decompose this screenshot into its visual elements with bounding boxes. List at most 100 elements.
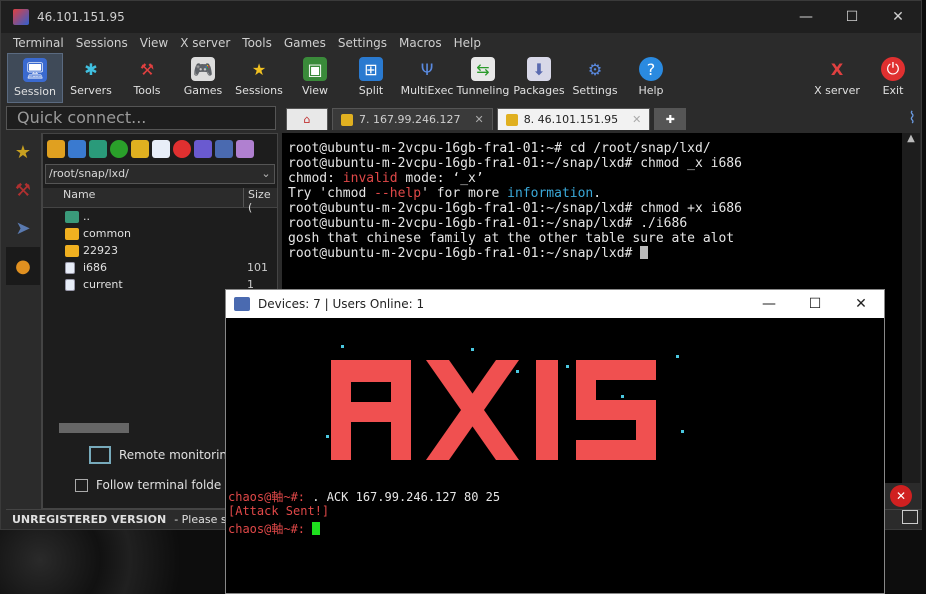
tab-session-8[interactable]: 8. 46.101.151.95 ✕ bbox=[496, 108, 651, 130]
star-icon: ★ bbox=[251, 59, 267, 79]
exit-button[interactable]: ⏻ Exit bbox=[865, 53, 921, 103]
home-icon: ⌂ bbox=[303, 113, 311, 126]
new-file-icon[interactable] bbox=[152, 140, 170, 158]
paperclip-icon[interactable]: ⌇ bbox=[908, 108, 916, 127]
sessions-button[interactable]: ★ Sessions bbox=[231, 53, 287, 103]
close-icon[interactable]: ✕ bbox=[890, 485, 912, 507]
sidebar-tools-icon[interactable]: ⚒ bbox=[6, 171, 40, 209]
list-item[interactable]: common bbox=[43, 225, 277, 242]
sftp-toolbar bbox=[43, 134, 277, 164]
chevron-down-icon[interactable]: ⌄ bbox=[258, 165, 274, 183]
tab-session-7[interactable]: 7. 167.99.246.127 ✕ bbox=[332, 108, 493, 130]
app-icon bbox=[13, 9, 29, 25]
delete-icon[interactable] bbox=[173, 140, 191, 158]
terminal-prompt-line: root@ubuntu-m-2vcpu-16gb-fra1-01:~/snap/… bbox=[288, 246, 896, 261]
home-tab[interactable]: ⌂ bbox=[286, 108, 328, 130]
close-button[interactable]: ✕ bbox=[875, 1, 921, 33]
sidebar-sftp-icon[interactable]: ● bbox=[6, 247, 40, 285]
folder-icon bbox=[65, 227, 79, 240]
menu-games[interactable]: Games bbox=[278, 36, 332, 50]
folder-up-icon[interactable] bbox=[47, 140, 65, 158]
menu-xserver[interactable]: X server bbox=[174, 36, 236, 50]
view-button[interactable]: ▣ View bbox=[287, 53, 343, 103]
menu-terminal[interactable]: Terminal bbox=[7, 36, 70, 50]
sftp-list-header: Name Size ( bbox=[43, 188, 277, 214]
session-icon: 🖥 bbox=[23, 58, 47, 82]
tunneling-icon: ⇆ bbox=[471, 57, 495, 81]
packages-button[interactable]: ⬇ Packages bbox=[511, 53, 567, 103]
cnc-title-bar: Devices: 7 | Users Online: 1 — ☐ ✕ bbox=[226, 290, 884, 318]
putty-icon bbox=[234, 297, 250, 311]
close-tab-icon[interactable]: ✕ bbox=[474, 113, 483, 126]
close-tab-icon[interactable]: ✕ bbox=[632, 113, 641, 126]
maximize-button[interactable]: ☐ bbox=[792, 296, 838, 312]
close-button[interactable]: ✕ bbox=[838, 296, 884, 312]
split-button[interactable]: ⊞ Split bbox=[343, 53, 399, 103]
cnc-window-title: Devices: 7 | Users Online: 1 bbox=[258, 297, 425, 311]
remote-monitoring-button[interactable]: Remote monitoring bbox=[89, 446, 235, 464]
terminal-line: gosh that chinese family at the other ta… bbox=[288, 231, 735, 246]
upload-icon[interactable] bbox=[89, 140, 107, 158]
parent-folder-icon bbox=[65, 210, 79, 223]
menu-view[interactable]: View bbox=[134, 36, 174, 50]
terminal-scrollbar[interactable]: ▲ bbox=[902, 133, 920, 483]
games-button[interactable]: 🎮 Games bbox=[175, 53, 231, 103]
multiexec-button[interactable]: Ψ MultiExec bbox=[399, 53, 455, 103]
minimize-button[interactable]: — bbox=[783, 1, 829, 33]
split-icon: ⊞ bbox=[359, 57, 383, 81]
settings-button[interactable]: ⚙ Settings bbox=[567, 53, 623, 103]
sidebar-sessions-star-icon[interactable]: ★ bbox=[6, 133, 40, 171]
list-item[interactable]: i686 101 bbox=[43, 259, 277, 276]
folder-icon bbox=[65, 244, 79, 257]
unregistered-label: UNREGISTERED VERSION bbox=[12, 513, 167, 526]
desktop: 46.101.151.95 — ☐ ✕ Terminal Sessions Vi… bbox=[0, 0, 926, 594]
scrollbar-thumb[interactable] bbox=[59, 423, 129, 433]
session-button[interactable]: 🖥 Session bbox=[7, 53, 63, 103]
terminal-cursor bbox=[640, 246, 649, 259]
list-item[interactable]: 22923 bbox=[43, 242, 277, 259]
tunneling-button[interactable]: ⇆ Tunneling bbox=[455, 53, 511, 103]
main-toolbar: 🖥 Session ✱ Servers ⚒ Tools 🎮 Games ★ Session… bbox=[1, 53, 921, 105]
menu-sessions[interactable]: Sessions bbox=[70, 36, 134, 50]
new-folder-icon[interactable] bbox=[131, 140, 149, 158]
column-name[interactable]: Name bbox=[43, 188, 243, 207]
download-icon[interactable] bbox=[68, 140, 86, 158]
cnc-command-line: chaos@軸~#: . ACK 167.99.246.127 80 25 bbox=[228, 490, 501, 504]
column-size[interactable]: Size ( bbox=[243, 188, 277, 214]
terminal-error-line: chmod: invalid mode: ‘_x’ bbox=[288, 171, 484, 186]
file-icon bbox=[65, 261, 75, 274]
cnc-console[interactable]: chaos@軸~#: . ACK 167.99.246.127 80 25 [A… bbox=[226, 318, 884, 594]
menu-settings[interactable]: Settings bbox=[332, 36, 393, 50]
servers-button[interactable]: ✱ Servers bbox=[63, 53, 119, 103]
scroll-up-icon[interactable]: ▲ bbox=[902, 133, 920, 144]
session-tab-bar: ⌂ 7. 167.99.246.127 ✕ 8. 46.101.151.95 ✕ ✚… bbox=[286, 106, 926, 130]
magic-wand-icon[interactable] bbox=[236, 140, 254, 158]
shortcut-icon bbox=[65, 278, 75, 291]
new-tab-button[interactable]: ✚ bbox=[654, 108, 687, 130]
tools-button[interactable]: ⚒ Tools bbox=[119, 53, 175, 103]
xserver-button[interactable]: XX server bbox=[809, 53, 865, 103]
monitor-icon bbox=[89, 446, 111, 464]
properties-icon[interactable] bbox=[215, 140, 233, 158]
menu-tools[interactable]: Tools bbox=[236, 36, 278, 50]
menu-macros[interactable]: Macros bbox=[393, 36, 448, 50]
power-icon: ⏻ bbox=[881, 57, 905, 81]
sftp-path-field[interactable]: /root/snap/lxd/⌄ bbox=[45, 164, 275, 184]
refresh-icon[interactable] bbox=[110, 140, 128, 158]
sidebar-send-icon[interactable]: ➤ bbox=[6, 209, 40, 247]
ssh-tab-icon bbox=[505, 113, 518, 126]
maximize-button[interactable]: ☐ bbox=[829, 1, 875, 33]
minimize-button[interactable]: — bbox=[746, 296, 792, 312]
list-item[interactable]: .. bbox=[43, 208, 277, 225]
menu-help[interactable]: Help bbox=[448, 36, 487, 50]
terminal-line: root@ubuntu-m-2vcpu-16gb-fra1-01:~/snap/… bbox=[288, 156, 742, 171]
multiexec-icon: Ψ bbox=[420, 59, 434, 79]
rename-icon[interactable] bbox=[194, 140, 212, 158]
help-button[interactable]: ? Help bbox=[623, 53, 679, 103]
window-title: 46.101.151.95 bbox=[37, 10, 125, 24]
monitor-icon[interactable] bbox=[902, 510, 918, 524]
quick-connect-input[interactable]: Quick connect... bbox=[6, 106, 276, 130]
checkbox[interactable] bbox=[75, 478, 88, 492]
sidebar-vertical-tabs: ★ ⚒ ➤ ● bbox=[6, 133, 42, 509]
follow-folder-checkbox[interactable]: Follow terminal folde bbox=[75, 478, 221, 492]
